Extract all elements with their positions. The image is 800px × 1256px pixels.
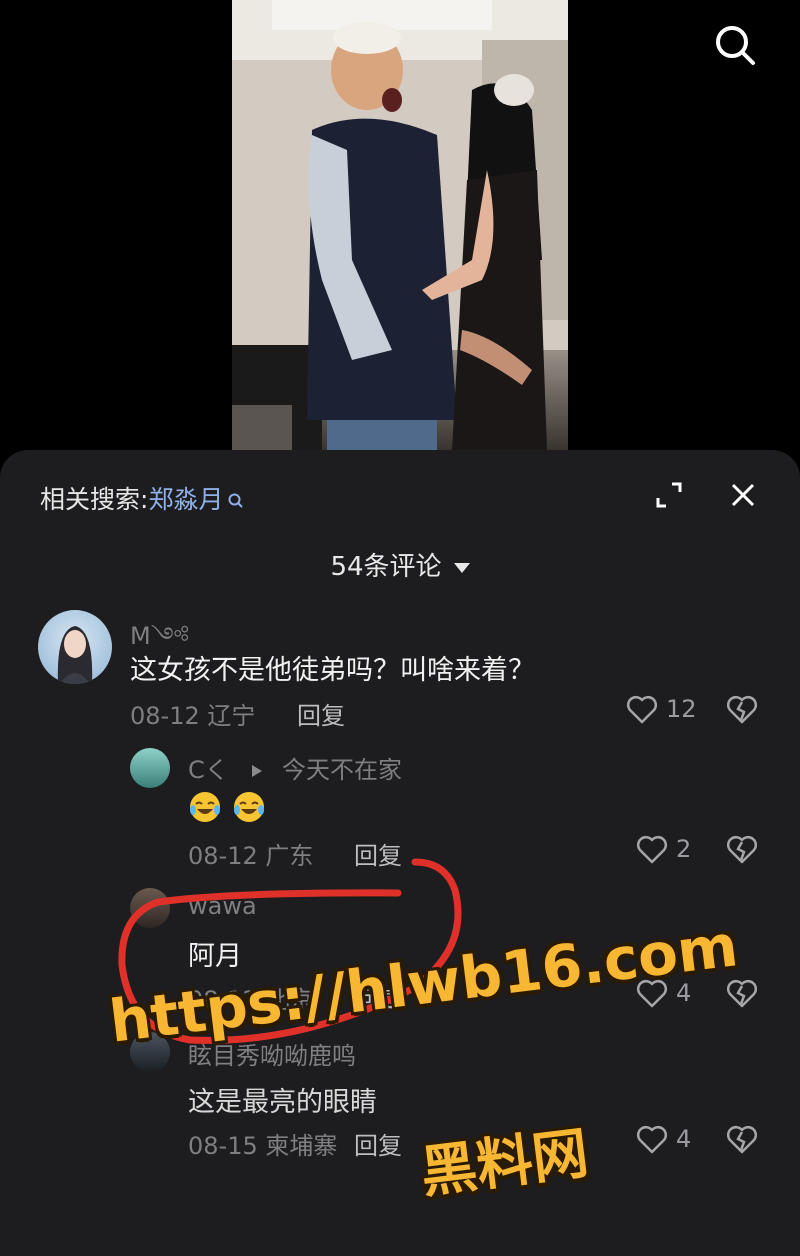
comment-date: 08-12 [130, 702, 200, 730]
reply-to-username[interactable]: 今天不在家 [282, 756, 402, 784]
comment-username[interactable]: Cく [188, 756, 229, 784]
comment-panel: 相关搜索:郑淼月 54条评论 M༺ 这女孩不是他徒弟吗？叫啥来着？ 08-12 … [0, 450, 800, 1256]
broken-heart-icon [726, 1125, 758, 1154]
like-count: 4 [676, 1125, 692, 1153]
broken-heart-icon [726, 979, 758, 1008]
reply-item: Cく 今天不在家 08-12 广东 回复 2 [0, 748, 800, 888]
avatar[interactable] [38, 610, 112, 684]
comment-date: 08-12 [188, 842, 258, 870]
broken-heart-icon [726, 835, 758, 864]
close-icon [731, 483, 755, 507]
dislike-button[interactable] [726, 1124, 758, 1158]
comment-meta: 08-12 广东 [188, 836, 313, 871]
related-search-keyword[interactable]: 郑淼月 [148, 485, 223, 514]
heart-icon [636, 1125, 668, 1154]
related-search-prefix: 相关搜索: [40, 485, 149, 514]
broken-heart-icon [726, 695, 758, 724]
like-button[interactable]: 4 [636, 1124, 691, 1154]
reply-button[interactable]: 回复 [354, 1126, 402, 1161]
crying-laughing-emoji [234, 792, 264, 822]
like-button[interactable]: 12 [626, 694, 697, 724]
crying-laughing-emoji [190, 792, 220, 822]
comment-meta: 08-15 柬埔寨 [188, 1126, 337, 1161]
comment-count-toggle[interactable]: 54条评论 [0, 546, 800, 583]
reply-header: Cく 今天不在家 [188, 750, 402, 785]
video-frame[interactable] [232, 0, 568, 450]
close-button[interactable] [726, 478, 760, 512]
heart-icon [626, 695, 658, 724]
dislike-button[interactable] [726, 834, 758, 868]
video-scene-illustration [232, 0, 568, 450]
like-count: 2 [676, 835, 692, 863]
video-player[interactable] [0, 0, 800, 450]
search-icon [716, 26, 755, 65]
expand-icon [656, 482, 682, 508]
comment-location: 广东 [265, 842, 314, 870]
comment-text: 阿月 [188, 941, 242, 972]
keyword-search-icon [228, 493, 244, 508]
comment-text: 这女孩不是他徒弟吗？叫啥来着？ [130, 655, 535, 686]
dislike-button[interactable] [726, 694, 758, 728]
avatar[interactable] [130, 888, 170, 928]
comment-count-label: 54条评论 [330, 552, 442, 582]
reply-button[interactable]: 回复 [297, 696, 345, 731]
like-button[interactable]: 2 [636, 834, 691, 864]
avatar-illustration [57, 626, 93, 684]
comment-meta: 08-12 辽宁 [130, 696, 255, 731]
comment-location: 柬埔寨 [265, 1132, 338, 1160]
expand-button[interactable] [652, 478, 686, 512]
like-count: 12 [666, 695, 697, 723]
search-button[interactable] [710, 20, 760, 70]
comment-location: 辽宁 [207, 702, 256, 730]
comment-item: M༺ 这女孩不是他徒弟吗？叫啥来着？ 08-12 辽宁 回复 12 [0, 610, 800, 745]
comment-username[interactable]: wawa [188, 892, 257, 920]
heart-icon [636, 835, 668, 864]
comment-date: 08-15 [188, 1132, 258, 1160]
play-triangle-icon [252, 765, 263, 777]
avatar[interactable] [130, 748, 170, 788]
related-search[interactable]: 相关搜索:郑淼月 [40, 480, 245, 516]
comment-text [188, 790, 276, 824]
comment-text: 这是最亮的眼睛 [188, 1087, 377, 1118]
caret-down-icon [453, 562, 470, 573]
dislike-button[interactable] [726, 978, 758, 1012]
reply-button[interactable]: 回复 [354, 836, 402, 871]
